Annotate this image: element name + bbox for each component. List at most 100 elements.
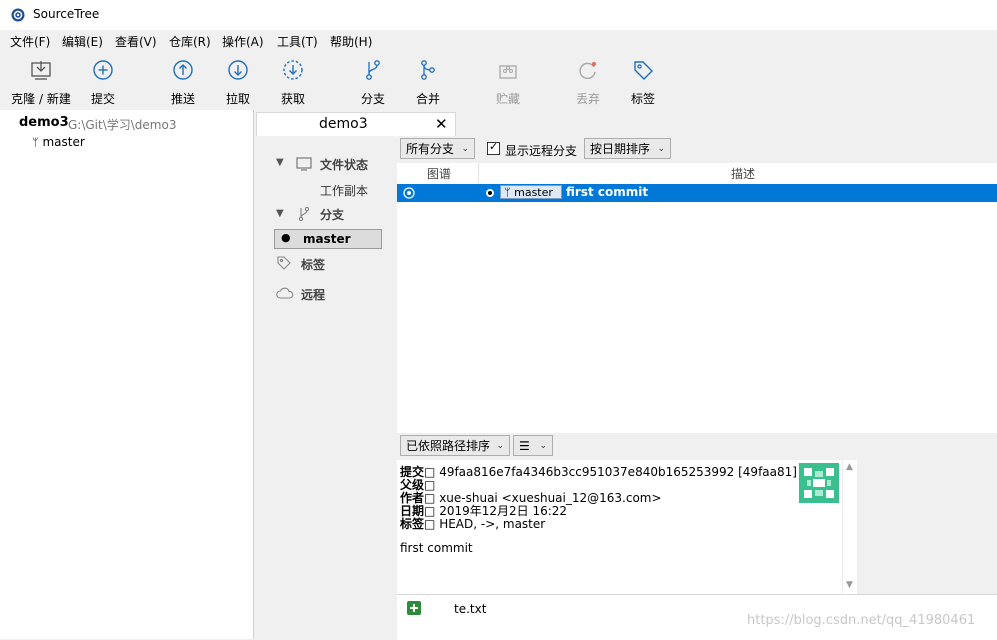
nav-branch-master[interactable]: ● master bbox=[274, 229, 382, 249]
repository-panel: demo3 G:\Git\学习\demo3 ᛘ master bbox=[0, 110, 254, 639]
fetch-icon bbox=[283, 60, 303, 80]
clone-label: 克隆 / 新建 bbox=[11, 92, 71, 106]
pull-label: 拉取 bbox=[225, 92, 250, 106]
avatar bbox=[799, 463, 839, 503]
stash-label: 贮藏 bbox=[495, 92, 520, 106]
scroll-down-icon[interactable]: ▼ bbox=[846, 580, 853, 590]
discard-button[interactable]: 丢弃 bbox=[571, 58, 605, 107]
tag-button[interactable]: 标签 bbox=[626, 58, 660, 107]
title-bar: SourceTree bbox=[0, 0, 997, 30]
description-column-header[interactable]: 描述 bbox=[731, 165, 755, 182]
pull-icon bbox=[228, 60, 248, 80]
file-added-icon bbox=[407, 601, 421, 615]
discard-label: 丢弃 bbox=[575, 92, 600, 106]
branch-filter-select[interactable]: 所有分支 ⌄ bbox=[400, 138, 475, 159]
close-icon[interactable]: ✕ bbox=[435, 115, 448, 133]
fetch-label: 获取 bbox=[280, 92, 305, 106]
commit-label: 提交 bbox=[90, 92, 115, 106]
nav-file-status[interactable]: 文件状态 bbox=[320, 156, 368, 173]
merge-button[interactable]: 合并 bbox=[411, 58, 445, 107]
repo-name[interactable]: demo3 bbox=[19, 115, 69, 130]
commit-detail-pane: 提交□ 49faa816e7fa4346b3cc951037e840b16525… bbox=[397, 460, 857, 594]
detail-commit-row: 提交□ 49faa816e7fa4346b3cc951037e840b16525… bbox=[400, 463, 797, 480]
menu-view[interactable]: 查看(V) bbox=[115, 33, 157, 50]
tag-icon bbox=[277, 256, 291, 270]
push-label: 推送 bbox=[170, 92, 195, 106]
monitor-icon bbox=[296, 157, 312, 171]
current-branch-dot-icon: ● bbox=[281, 231, 291, 244]
path-sort-value: 已依照路径排序 bbox=[406, 439, 491, 453]
branch-icon bbox=[366, 60, 380, 80]
nav-remotes[interactable]: 远程 bbox=[301, 286, 325, 303]
sourcetree-logo-icon bbox=[11, 8, 25, 22]
chevron-down-icon[interactable]: ▼ bbox=[276, 157, 284, 168]
push-button[interactable]: 推送 bbox=[166, 58, 200, 107]
merge-icon bbox=[421, 60, 435, 80]
detail-tags-label: 标签 bbox=[400, 517, 425, 531]
commit-toolbar: 所有分支 ⌄ ✓ 显示远程分支 按日期排序 ⌄ bbox=[397, 136, 997, 163]
commit-message: first commit bbox=[566, 185, 649, 199]
checkmark-icon: ✓ bbox=[489, 140, 499, 153]
menu-edit[interactable]: 编辑(E) bbox=[62, 33, 103, 50]
detail-scrollbar[interactable]: ▲ ▼ bbox=[842, 460, 858, 594]
cloud-icon bbox=[276, 287, 294, 299]
path-sort-select[interactable]: 已依照路径排序 ⌄ bbox=[400, 435, 510, 456]
branch-label: 分支 bbox=[360, 92, 385, 106]
menu-repository[interactable]: 仓库(R) bbox=[169, 33, 211, 50]
menu-help[interactable]: 帮助(H) bbox=[330, 33, 372, 50]
repo-branch-item[interactable]: ᛘ master bbox=[32, 135, 85, 149]
pull-button[interactable]: 拉取 bbox=[221, 58, 255, 107]
nav-sidebar: ▼ 文件状态 工作副本 ▼ 分支 ● master 标签 远程 bbox=[256, 136, 396, 639]
show-remote-label[interactable]: 显示远程分支 bbox=[505, 142, 577, 159]
repo-branch-label: master bbox=[42, 135, 85, 149]
tag-label: 标签 bbox=[630, 92, 655, 106]
menu-bar: 文件(F) 编辑(E) 查看(V) 仓库(R) 操作(A) 工具(T) 帮助(H… bbox=[0, 30, 997, 52]
detail-toolbar: 已依照路径排序 ⌄ ☰ ⌄ bbox=[397, 433, 997, 460]
menu-tools[interactable]: 工具(T) bbox=[277, 33, 318, 50]
branch-button[interactable]: 分支 bbox=[356, 58, 390, 107]
separator-glyph: □ bbox=[424, 517, 436, 531]
sort-select[interactable]: 按日期排序 ⌄ bbox=[584, 138, 671, 159]
column-divider[interactable] bbox=[478, 163, 479, 183]
branch-label-text: master bbox=[514, 186, 553, 199]
scroll-up-icon[interactable]: ▲ bbox=[846, 462, 853, 472]
branch-filter-value: 所有分支 bbox=[406, 142, 455, 156]
branch-icon bbox=[298, 206, 310, 222]
plus-circle-icon bbox=[93, 60, 113, 80]
show-remote-checkbox[interactable]: ✓ bbox=[487, 140, 500, 155]
window-title: SourceTree bbox=[33, 7, 100, 21]
commit-button[interactable]: 提交 bbox=[86, 58, 120, 107]
menu-actions[interactable]: 操作(A) bbox=[222, 33, 264, 50]
nav-working-copy[interactable]: 工作副本 bbox=[320, 182, 368, 199]
nav-tags[interactable]: 标签 bbox=[301, 256, 325, 273]
sort-value: 按日期排序 bbox=[590, 142, 651, 156]
tag-icon bbox=[634, 61, 653, 80]
tab-demo3[interactable]: demo3 ✕ bbox=[256, 112, 456, 137]
graph-column-header[interactable]: 图谱 bbox=[427, 165, 451, 182]
fetch-button[interactable]: 获取 bbox=[276, 58, 310, 107]
nav-branches[interactable]: 分支 bbox=[320, 206, 344, 223]
commit-node-icon bbox=[403, 187, 415, 199]
chevron-down-icon: ⌄ bbox=[496, 441, 504, 451]
nav-master-label: master bbox=[303, 232, 351, 246]
menu-file[interactable]: 文件(F) bbox=[10, 33, 50, 50]
main-toolbar: 克隆 / 新建 提交 推送 拉取 获取 分支 合并 贮藏 丢弃 标签 bbox=[0, 52, 997, 110]
chevron-down-icon[interactable]: ▼ bbox=[276, 208, 284, 219]
detail-tags-value: HEAD, ->, master bbox=[439, 517, 546, 531]
view-mode-select[interactable]: ☰ ⌄ bbox=[513, 435, 553, 456]
stash-button[interactable]: 贮藏 bbox=[491, 58, 525, 107]
detail-commit-hash[interactable]: 49faa816e7fa4346b3cc951037e840b165253992… bbox=[439, 465, 797, 479]
file-name: te.txt bbox=[454, 602, 487, 616]
push-icon bbox=[173, 60, 193, 80]
chevron-down-icon: ⌄ bbox=[657, 144, 665, 154]
discard-icon bbox=[579, 62, 596, 80]
clone-button[interactable]: 克隆 / 新建 bbox=[8, 58, 74, 107]
commit-list: ᛘ master first commit bbox=[397, 183, 997, 433]
detail-side-area bbox=[857, 460, 997, 594]
list-icon: ☰ bbox=[519, 439, 530, 453]
commit-row[interactable]: ᛘ master first commit bbox=[397, 184, 997, 202]
branch-label-badge: ᛘ master bbox=[500, 185, 562, 199]
commit-list-header: 图谱 描述 bbox=[397, 163, 997, 184]
chevron-down-icon: ⌄ bbox=[461, 144, 469, 154]
repo-path: G:\Git\学习\demo3 bbox=[68, 118, 177, 132]
